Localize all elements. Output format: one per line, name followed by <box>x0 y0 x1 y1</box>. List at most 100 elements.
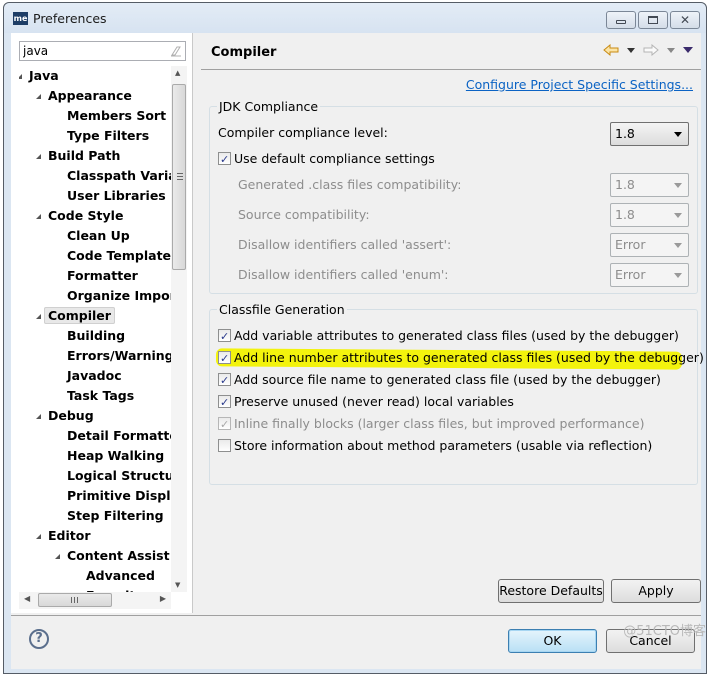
back-dropdown-icon[interactable] <box>627 47 635 53</box>
jdk-compliance-group: JDK Compliance Compiler compliance level… <box>209 99 698 294</box>
footer-separator <box>11 615 701 616</box>
clear-filter-icon[interactable] <box>170 45 182 57</box>
tree-item[interactable]: Editor <box>36 526 91 546</box>
tree-item[interactable]: Clean Up <box>67 226 130 246</box>
scroll-down-arrow-icon[interactable]: ▼ <box>175 581 180 589</box>
chevron-down-icon <box>674 273 682 278</box>
tree-item-label: Code Templates <box>67 248 171 263</box>
horizontal-scroll-thumb[interactable] <box>38 593 112 607</box>
minimize-button[interactable] <box>606 11 636 29</box>
apply-button[interactable]: Apply <box>611 579 701 603</box>
tree-vertical-scrollbar[interactable]: ▲ ▼ <box>171 66 187 592</box>
scroll-left-arrow-icon[interactable]: ◀ <box>24 594 30 603</box>
tree-item[interactable]: Organize Imports <box>67 286 171 306</box>
checkbox-icon[interactable] <box>218 349 231 369</box>
filter-field[interactable] <box>19 41 186 61</box>
tree-item[interactable]: Errors/Warnings <box>67 346 171 366</box>
chevron-down-icon <box>674 243 682 248</box>
vertical-scroll-thumb[interactable] <box>172 84 186 270</box>
expand-triangle-icon[interactable] <box>36 154 41 159</box>
compliance-setting-select[interactable]: Error <box>610 233 689 257</box>
tree-item[interactable]: Compiler <box>36 306 115 326</box>
compliance-setting-select[interactable]: 1.8 <box>610 203 689 227</box>
view-menu-icon[interactable] <box>683 47 693 53</box>
tree-item[interactable]: Java <box>19 66 59 86</box>
tree-item[interactable]: Task Tags <box>67 386 134 406</box>
tree-item[interactable]: Type Filters <box>67 126 149 146</box>
expand-triangle-icon[interactable] <box>36 94 41 99</box>
preference-tree-pane: Java Appearance Members Sort Order Type Fil… <box>11 33 193 613</box>
page-title: Compiler <box>211 45 277 60</box>
checkbox-icon[interactable] <box>218 327 231 347</box>
close-button[interactable]: ✕ <box>670 11 700 29</box>
tree-item-label: Compiler <box>44 307 115 324</box>
expand-triangle-icon[interactable] <box>36 314 41 319</box>
help-icon[interactable]: ? <box>29 629 49 649</box>
maximize-button[interactable] <box>638 11 668 29</box>
tree-item[interactable]: Content Assist <box>55 546 170 566</box>
tree-horizontal-scrollbar[interactable]: ◀ ▶ <box>19 592 171 609</box>
compliance-setting-value: Error <box>615 237 646 252</box>
scroll-right-arrow-icon[interactable]: ▶ <box>160 594 166 603</box>
classfile-option-checkbox[interactable]: Add line number attributes to generated … <box>218 348 704 369</box>
filter-input[interactable] <box>20 42 160 60</box>
tree-item[interactable]: Detail Formatters <box>67 426 171 446</box>
forward-dropdown-icon[interactable] <box>667 47 675 53</box>
tree-item-label: Detail Formatters <box>67 428 171 443</box>
expand-triangle-icon[interactable] <box>55 554 60 559</box>
compliance-setting-label: Generated .class files compatibility: <box>238 177 462 192</box>
compliance-setting-label: Disallow identifiers called 'assert': <box>238 237 452 252</box>
classfile-option-label: Preserve unused (never read) local varia… <box>234 394 514 409</box>
expand-triangle-icon[interactable] <box>36 214 41 219</box>
jdk-compliance-title: JDK Compliance <box>217 99 321 114</box>
scroll-up-arrow-icon[interactable]: ▲ <box>175 69 180 77</box>
checkbox-icon[interactable] <box>218 439 231 452</box>
classfile-option-checkbox[interactable]: Add source file name to generated class … <box>218 370 661 391</box>
tree-item[interactable]: Advanced <box>86 566 155 586</box>
title-separator <box>201 69 701 70</box>
forward-arrow-icon[interactable] <box>643 44 659 56</box>
tree-item[interactable]: Debug <box>36 406 94 426</box>
restore-defaults-button[interactable]: Restore Defaults <box>498 579 604 603</box>
classfile-option-label: Add line number attributes to generated … <box>234 350 704 365</box>
tree-item[interactable]: Code Style <box>36 206 123 226</box>
tree-item-label: Errors/Warnings <box>67 348 171 363</box>
compliance-setting-select[interactable]: Error <box>610 263 689 287</box>
tree-item[interactable]: Formatter <box>67 266 138 286</box>
tree-item[interactable]: Logical Structures <box>67 466 171 486</box>
compliance-setting-select[interactable]: 1.8 <box>610 173 689 197</box>
tree-item[interactable]: Heap Walking <box>67 446 164 466</box>
checkbox-icon[interactable] <box>218 150 231 170</box>
tree-item[interactable]: Step Filtering <box>67 506 164 526</box>
tree-item[interactable]: Building <box>67 326 125 346</box>
tree-item[interactable]: Code Templates <box>67 246 171 266</box>
compliance-level-select[interactable]: 1.8 <box>610 122 689 146</box>
title-bar[interactable]: me Preferences ✕ <box>4 3 706 33</box>
expand-triangle-icon[interactable] <box>36 414 41 419</box>
tree-item[interactable]: Primitive Display Options <box>67 486 171 506</box>
ok-button[interactable]: OK <box>508 629 597 653</box>
tree-item[interactable]: Build Path <box>36 146 120 166</box>
use-default-compliance-label: Use default compliance settings <box>234 151 435 166</box>
checkbox-icon[interactable] <box>218 371 231 391</box>
tree-item-label: Primitive Display Options <box>67 488 171 503</box>
classfile-option-checkbox[interactable]: Store information about method parameter… <box>218 436 652 456</box>
preferences-window: me Preferences ✕ Java Appearance Members S… <box>3 2 707 674</box>
expand-triangle-icon[interactable] <box>36 534 41 539</box>
tree-item[interactable]: Classpath Variables <box>67 166 171 186</box>
tree-item-label: Advanced <box>86 568 155 583</box>
classfile-option-checkbox[interactable]: Add variable attributes to generated cla… <box>218 326 679 347</box>
tree-item[interactable]: User Libraries <box>67 186 166 206</box>
configure-project-settings-link[interactable]: Configure Project Specific Settings... <box>466 77 693 92</box>
expand-triangle-icon[interactable] <box>19 74 22 79</box>
back-arrow-icon[interactable] <box>603 44 619 56</box>
classfile-option-checkbox[interactable]: Preserve unused (never read) local varia… <box>218 392 514 413</box>
tree-item[interactable]: Appearance <box>36 86 132 106</box>
tree-item-label: Members Sort Order <box>67 108 171 123</box>
checkbox-icon[interactable] <box>218 393 231 413</box>
window-title: Preferences <box>33 11 107 26</box>
chevron-down-icon <box>674 213 682 218</box>
tree-item[interactable]: Members Sort Order <box>67 106 171 126</box>
use-default-compliance-checkbox[interactable]: Use default compliance settings <box>218 149 435 170</box>
tree-item[interactable]: Javadoc <box>67 366 122 386</box>
